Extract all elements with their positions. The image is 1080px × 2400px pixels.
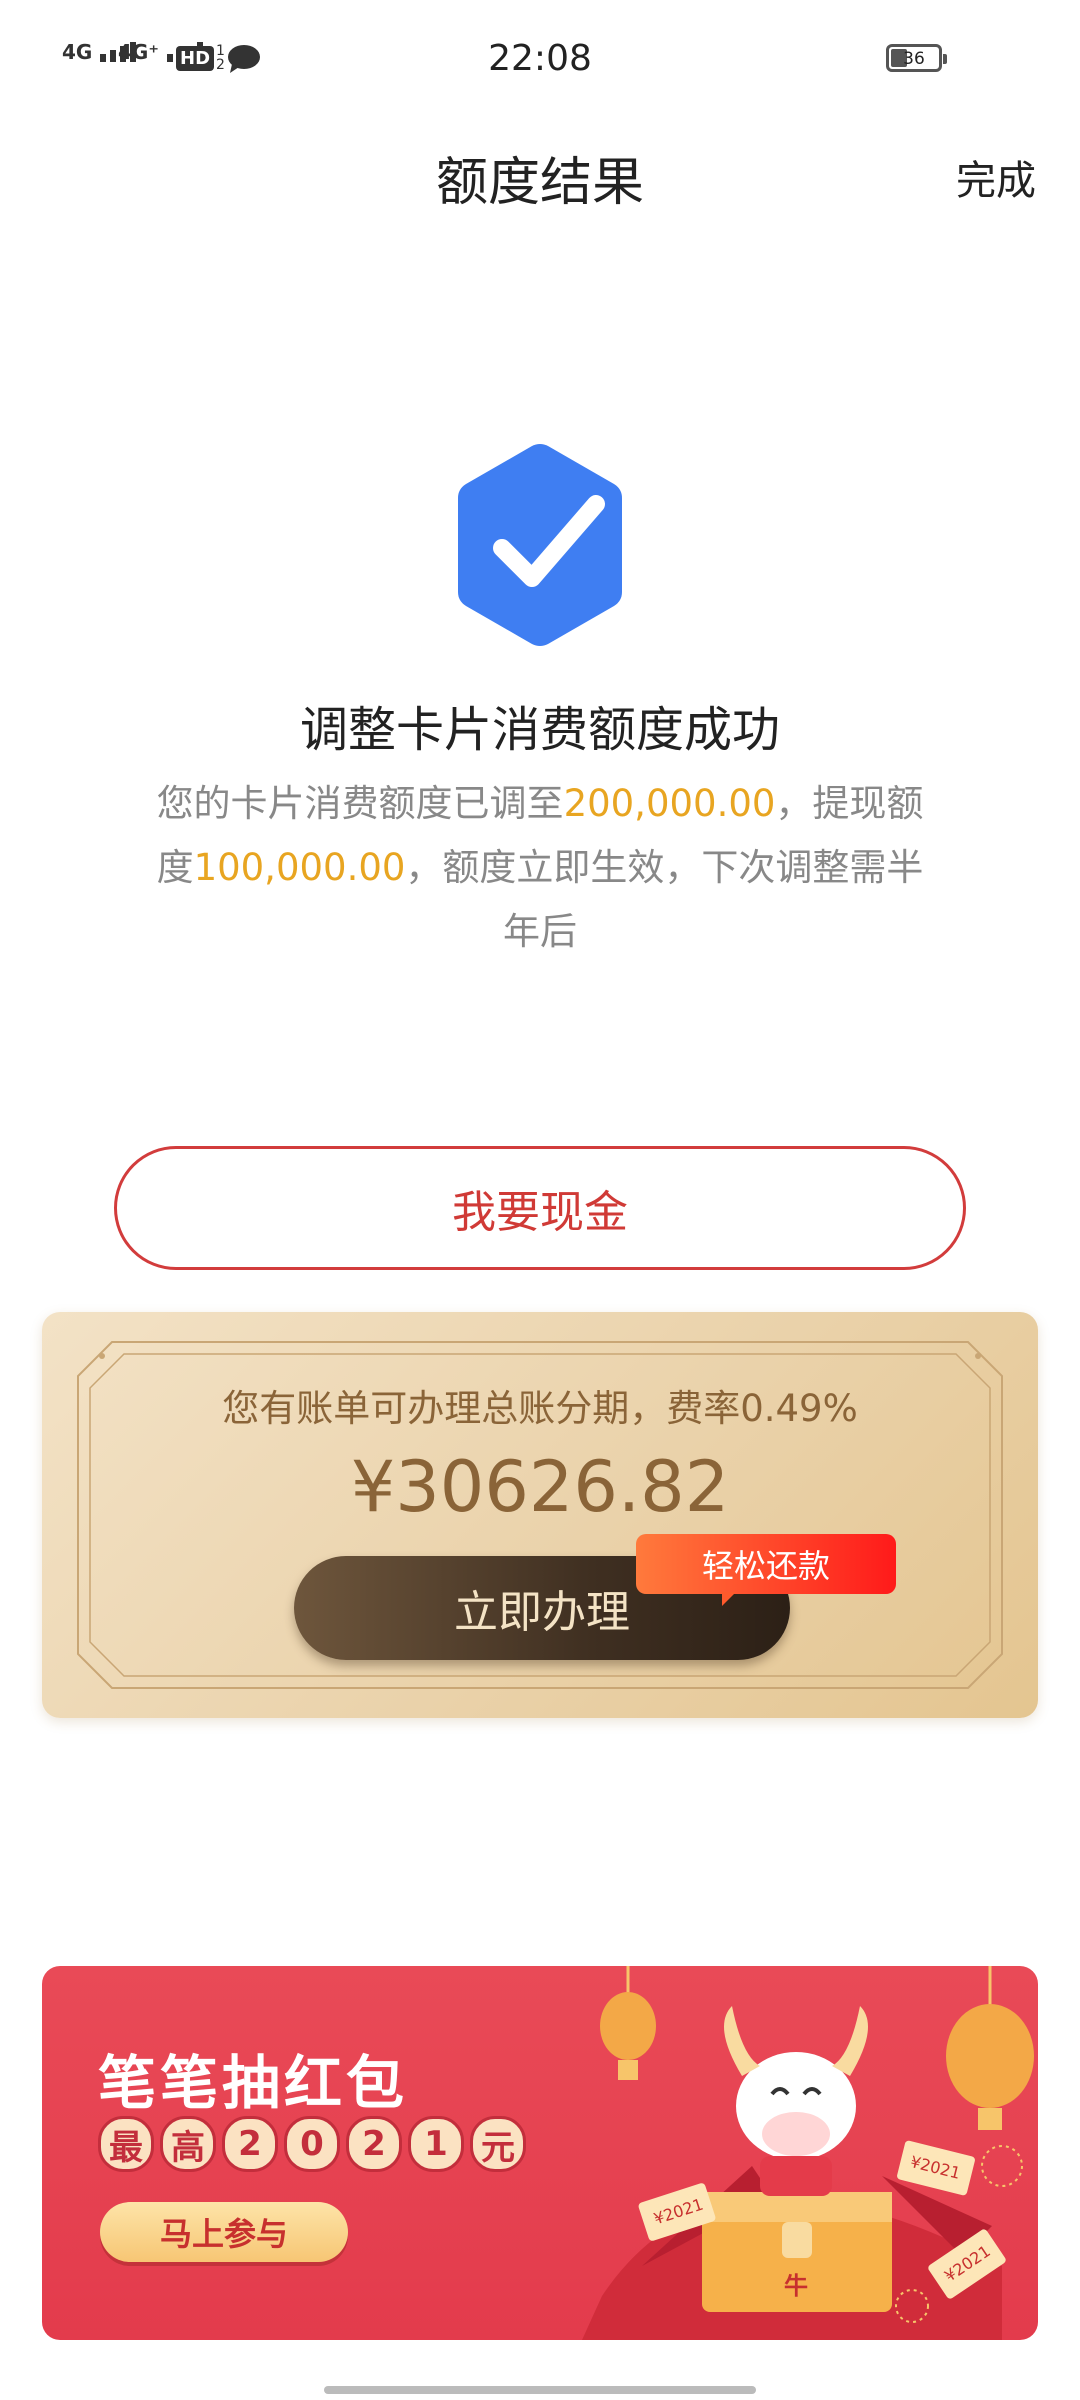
- battery-level: 36: [903, 49, 925, 69]
- desc-text: ，额度立即生效，下次调整需半年后: [405, 846, 924, 953]
- banner-char: 元: [470, 2116, 526, 2172]
- done-button[interactable]: 完成: [956, 148, 1036, 206]
- banner-char: 0: [284, 2116, 340, 2172]
- chest-ox-label: 牛: [784, 2272, 808, 2300]
- easy-repay-badge: 轻松还款: [636, 1534, 896, 1594]
- home-indicator[interactable]: [324, 2386, 756, 2394]
- result-description: 您的卡片消费额度已调至200,000.00，提现额度100,000.00，额度立…: [140, 772, 940, 964]
- badge-tail: [722, 1592, 736, 1606]
- banner-char: 2: [346, 2116, 402, 2172]
- installment-card: 您有账单可办理总账分期，费率0.49% ¥30626.82 立即办理 轻松还款: [42, 1312, 1038, 1718]
- red-packet-banner[interactable]: 笔笔抽红包 最 高 2 0 2 1 元 马上参与 ¥2021 ¥2021 ¥20…: [42, 1966, 1038, 2340]
- join-now-button[interactable]: 马上参与: [100, 2202, 348, 2262]
- status-bar: 4G 4G⁺ HD 12 22:08 36: [0, 0, 1080, 120]
- bill-amount: ¥30626.82: [350, 1446, 730, 1528]
- cash-limit-value: 100,000.00: [193, 846, 406, 889]
- result-title: 调整卡片消费额度成功: [299, 702, 780, 758]
- banner-char: 2: [222, 2116, 278, 2172]
- get-cash-button[interactable]: 我要现金: [114, 1146, 966, 1270]
- page-title: 额度结果: [435, 153, 644, 213]
- banner-subtitle: 最 高 2 0 2 1 元: [98, 2116, 526, 2172]
- desc-text: 您的卡片消费额度已调至: [156, 782, 564, 825]
- check-hexagon-icon: [458, 444, 622, 646]
- banner-char: 高: [160, 2116, 216, 2172]
- banner-char: 最: [98, 2116, 154, 2172]
- installment-text: 您有账单可办理总账分期，费率0.49%: [222, 1387, 858, 1430]
- consume-limit-value: 200,000.00: [563, 782, 776, 825]
- banner-char: 1: [408, 2116, 464, 2172]
- battery-icon: 36: [886, 44, 947, 72]
- ox-treasure-chest-illustration: [582, 1966, 1034, 2340]
- banner-title: 笔笔抽红包: [98, 2049, 409, 2117]
